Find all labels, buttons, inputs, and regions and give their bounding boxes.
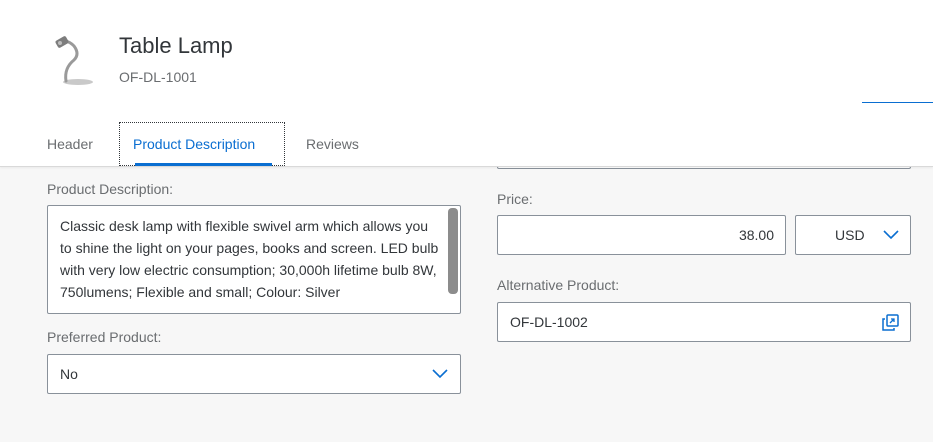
chevron-down-icon[interactable] (883, 230, 899, 240)
tab-product-description[interactable]: Product Description (119, 122, 285, 166)
price-label: Price: (497, 191, 533, 207)
preferred-product-label: Preferred Product: (47, 329, 162, 345)
chevron-down-icon[interactable] (432, 369, 448, 379)
description-label: Product Description: (47, 181, 174, 197)
price-value: 38.00 (738, 227, 774, 243)
preferred-product-value: No (60, 366, 78, 382)
currency-value: USD (835, 227, 865, 243)
scrollbar-thumb[interactable] (448, 208, 458, 294)
alternative-product-value: OF-DL-1002 (510, 314, 588, 330)
price-input[interactable]: 38.00 (497, 215, 786, 255)
preferred-product-select[interactable]: No (47, 354, 461, 394)
page-title: Table Lamp (119, 33, 233, 58)
currency-select[interactable]: USD (795, 215, 911, 255)
page-subtitle: OF-DL-1001 (119, 69, 197, 85)
description-scrollbar[interactable] (447, 207, 459, 295)
alternative-product-input[interactable]: OF-DL-1002 (497, 302, 911, 342)
header-accent-line (862, 102, 933, 103)
object-page-header: Table Lamp OF-DL-1001 Header Product Des… (0, 0, 933, 167)
selected-tab-indicator (135, 163, 272, 166)
tab-reviews[interactable]: Reviews (306, 122, 359, 166)
tab-header[interactable]: Header (47, 122, 93, 166)
table-lamp-icon (44, 30, 100, 92)
alternative-product-label: Alternative Product: (497, 277, 620, 293)
description-text: Classic desk lamp with flexible swivel a… (60, 218, 439, 300)
description-textarea[interactable]: Classic desk lamp with flexible swivel a… (47, 205, 461, 314)
value-help-icon[interactable] (882, 314, 899, 331)
